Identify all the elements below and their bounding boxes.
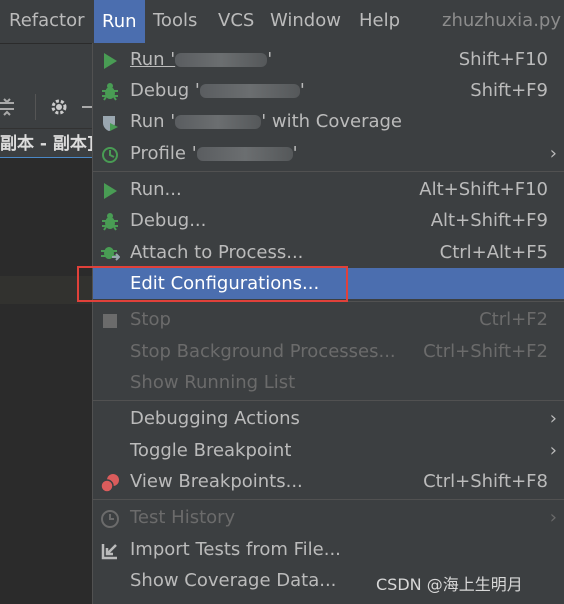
minimize-icon[interactable] [80, 96, 92, 118]
debug-bug-icon [100, 81, 120, 101]
highlight-annotation-box [77, 266, 348, 302]
menu-item-shortcut: Ctrl+Shift+F2 [423, 341, 548, 362]
menu-item-shortcut: Shift+F10 [458, 49, 548, 70]
menu-vcs[interactable]: VCS [218, 10, 254, 31]
run-triangle-icon [100, 180, 120, 200]
menu-separator [93, 171, 564, 172]
menu-item-label-suffix: ' [299, 80, 305, 101]
menu-item-shortcut: Shift+F9 [470, 80, 548, 101]
attach-bug-icon [100, 243, 121, 263]
menu-item-label: Import Tests from File... [130, 539, 341, 560]
submenu-arrow-icon: › [549, 408, 557, 429]
menu-item-label: Test History [130, 507, 236, 528]
gear-icon[interactable] [48, 96, 70, 118]
run-menu-dropdown: Run ' ' Shift+F10 Debug ' ' Shift+F9 Run '… [92, 43, 564, 604]
menu-item-test-history[interactable]: Test History › [93, 502, 564, 533]
toolbar-divider [35, 94, 36, 120]
redacted-config-name [196, 147, 293, 161]
menu-item-label-suffix: ' [292, 143, 298, 164]
menu-item-debugging-actions[interactable]: Debugging Actions › [93, 403, 564, 434]
menu-bar: Refactor Run Tools VCS Window Help zhuzh… [0, 0, 564, 44]
redacted-config-name [199, 84, 300, 98]
menu-item-stop[interactable]: Stop Ctrl+F2 [93, 304, 564, 335]
menu-item-debug-dialog[interactable]: Debug... Alt+Shift+F9 [93, 205, 564, 236]
collapse-all-icon[interactable] [0, 96, 22, 118]
menu-item-shortcut: Alt+Shift+F9 [430, 210, 548, 231]
menu-item-label: Debugging Actions [130, 408, 300, 429]
menu-item-label: Run ' [130, 49, 176, 70]
menu-item-label: Debug... [130, 210, 207, 231]
submenu-arrow-icon: › [549, 507, 557, 528]
menu-item-debug-current[interactable]: Debug ' ' Shift+F9 [93, 75, 564, 106]
menu-item-run-current[interactable]: Run ' ' Shift+F10 [93, 44, 564, 75]
menu-item-shortcut: Ctrl+F2 [479, 309, 548, 330]
clock-icon [100, 508, 120, 528]
menu-item-label-suffix: ' [267, 49, 273, 70]
editor-tab[interactable]: 副本 - 副本] [0, 131, 92, 159]
redacted-config-name [175, 115, 262, 129]
editor-area [0, 158, 92, 604]
menu-item-label: Stop Background Processes... [130, 341, 396, 362]
profile-icon [100, 144, 120, 164]
menu-item-toggle-breakpoint[interactable]: Toggle Breakpoint › [93, 435, 564, 466]
menu-item-profile[interactable]: Profile ' ' › [93, 138, 564, 169]
breakpoints-icon [100, 472, 120, 493]
menu-item-label: Toggle Breakpoint [130, 440, 292, 461]
menu-run[interactable]: Run [94, 0, 145, 43]
menu-separator [93, 499, 564, 500]
menu-item-label: Debug ' [130, 80, 200, 101]
menu-item-attach-to-process[interactable]: Attach to Process... Ctrl+Alt+F5 [93, 237, 564, 268]
menu-item-label: Show Running List [130, 372, 296, 393]
menu-item-label: Attach to Process... [130, 242, 304, 263]
watermark: CSDN @海上生明月 [376, 575, 523, 594]
menu-help[interactable]: Help [359, 10, 400, 31]
debug-bug-icon [100, 211, 120, 231]
menu-refactor[interactable]: Refactor [9, 10, 85, 31]
menu-item-run-dialog[interactable]: Run... Alt+Shift+F10 [93, 174, 564, 205]
import-tests-icon [100, 540, 120, 560]
submenu-arrow-icon: › [549, 440, 557, 461]
menu-item-import-tests[interactable]: Import Tests from File... [93, 534, 564, 565]
menu-item-stop-background[interactable]: Stop Background Processes... Ctrl+Shift+… [93, 336, 564, 367]
menu-separator [93, 400, 564, 401]
menu-item-label: Show Coverage Data... [130, 570, 337, 591]
stop-square-icon [100, 310, 120, 330]
menu-item-shortcut: Ctrl+Alt+F5 [439, 242, 548, 263]
menu-item-shortcut: Ctrl+Shift+F8 [423, 471, 548, 492]
redacted-config-name [175, 53, 268, 67]
menu-item-label: Run ' [130, 111, 176, 132]
menu-item-show-running-list[interactable]: Show Running List [93, 367, 564, 398]
coverage-shield-icon [100, 112, 120, 132]
menu-item-run-with-coverage[interactable]: Run ' ' with Coverage [93, 106, 564, 137]
menu-window[interactable]: Window [270, 10, 341, 31]
menu-item-label: Profile ' [130, 143, 197, 164]
menu-item-shortcut: Alt+Shift+F10 [419, 179, 548, 200]
run-triangle-icon [100, 50, 120, 70]
project-title: zhuzhuxia.py - [442, 10, 564, 31]
menu-item-label: Stop [130, 309, 171, 330]
menu-item-label: Run... [130, 179, 182, 200]
menu-item-view-breakpoints[interactable]: View Breakpoints... Ctrl+Shift+F8 [93, 466, 564, 497]
menu-tools[interactable]: Tools [153, 10, 197, 31]
menu-item-label: View Breakpoints... [130, 471, 303, 492]
submenu-arrow-icon: › [549, 143, 557, 164]
menu-item-label-suffix: ' with Coverage [261, 111, 403, 132]
